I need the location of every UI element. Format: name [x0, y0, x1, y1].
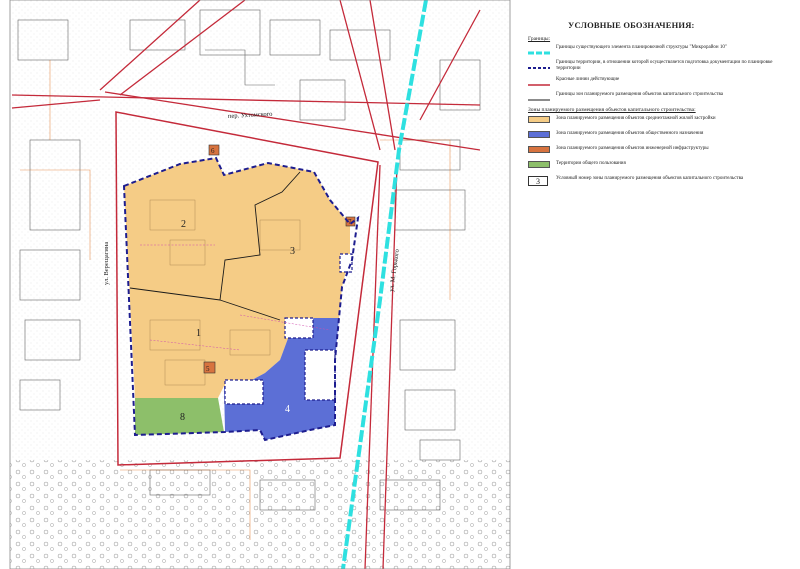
legend-item-label: Зона планируемого размещения объектов об…: [556, 131, 704, 136]
legend-zones-header: Зоны планируемого размещения объектов ка…: [528, 107, 696, 113]
public-swatch-icon: [528, 131, 550, 141]
legend-item: Границы зон планируемого размещения объе…: [528, 92, 790, 102]
zone-number-8: 8: [180, 412, 185, 423]
planning-zones: [124, 144, 356, 440]
legend-panel: УСЛОВНЫЕ ОБОЗНАЧЕНИЯ: Границы: Границы с…: [528, 20, 790, 191]
zone-number-5: 5: [206, 365, 210, 373]
black-line-icon: [528, 92, 550, 102]
legend-boundaries-header: Границы:: [528, 36, 551, 42]
legend-item-label: Границы существующего элемента планирово…: [556, 45, 727, 50]
cyan-dash-icon: [528, 45, 550, 55]
legend-item-label: Зона планируемого размещения объектов ин…: [556, 146, 709, 151]
zone-number-3: 3: [290, 246, 295, 257]
zone-number-1: 1: [196, 328, 201, 339]
legend-item-label: Условный номер зоны планируемого размеще…: [556, 176, 744, 181]
legend-item: Границы существующего элемента планирово…: [528, 45, 790, 55]
street-label-vereshchagin: ул. Верещагина: [103, 242, 110, 285]
zone-number-4: 4: [285, 404, 290, 415]
legend-item: Зона планируемого размещения объектов ин…: [528, 146, 790, 156]
legend-item-label: Зона планируемого размещения объектов ср…: [556, 116, 716, 121]
legend-item: Территории общего пользования: [528, 161, 790, 171]
legend-item-label: Территории общего пользования: [556, 161, 626, 166]
engineering-swatch-icon: [528, 146, 550, 156]
common-use-swatch-icon: [528, 161, 550, 171]
red-line-icon: [528, 77, 550, 87]
legend-item: Границы территории, в отношении которой …: [528, 60, 790, 72]
residential-swatch-icon: [528, 116, 550, 126]
legend-item-label: Красные линии действующие: [556, 77, 620, 82]
zone-number-6: 6: [211, 147, 215, 155]
legend-item: 3 Условный номер зоны планируемого разме…: [528, 176, 790, 186]
legend-item: Зона планируемого размещения объектов ср…: [528, 116, 790, 126]
zone-number-2: 2: [181, 219, 186, 230]
legend-title: УСЛОВНЫЕ ОБОЗНАЧЕНИЯ:: [568, 20, 695, 30]
zone-number-7: 7: [348, 218, 352, 226]
legend-item-label: Границы зон планируемого размещения объе…: [556, 92, 724, 97]
zone-number-sample: 3: [528, 176, 550, 186]
legend-item: Зона планируемого размещения объектов об…: [528, 131, 790, 141]
legend-item-label: Границы территории, в отношении которой …: [556, 60, 773, 71]
legend-item: Красные линии действующие: [528, 77, 790, 87]
blue-dash-icon: [528, 60, 550, 70]
